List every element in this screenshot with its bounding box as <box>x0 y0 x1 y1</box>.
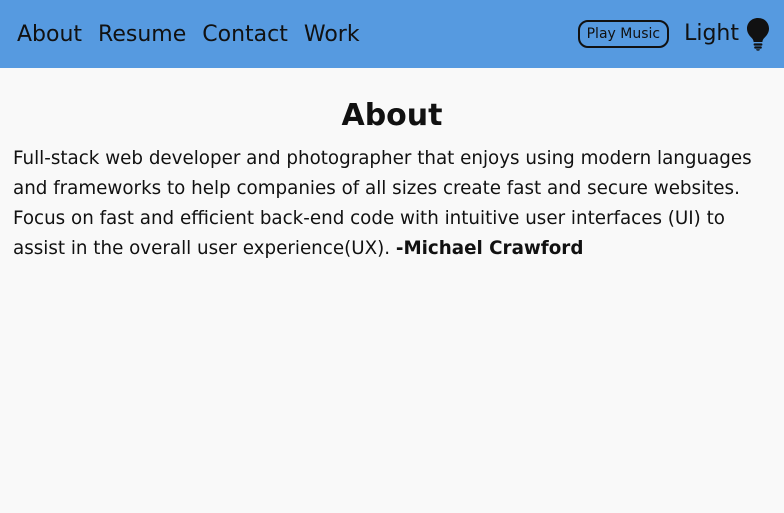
top-navbar: About Resume Contact Work Play Music Lig… <box>0 0 784 68</box>
nav-link-resume[interactable]: Resume <box>98 18 186 52</box>
author-signature: -Michael Crawford <box>395 238 584 259</box>
nav-right-controls: Play Music Light <box>577 16 770 52</box>
theme-toggle[interactable]: Light <box>684 17 770 51</box>
about-paragraph: Full-stack web developer and photographe… <box>13 144 771 264</box>
about-body: Full-stack web developer and photographe… <box>13 148 752 259</box>
nav-links: About Resume Contact Work <box>17 18 376 52</box>
lightbulb-icon[interactable] <box>746 17 770 51</box>
nav-link-about[interactable]: About <box>17 18 82 52</box>
page-title: About <box>341 98 443 133</box>
play-music-button[interactable]: Play Music <box>577 20 670 48</box>
nav-link-work[interactable]: Work <box>304 18 360 52</box>
nav-link-contact[interactable]: Contact <box>202 18 288 52</box>
theme-label: Light <box>684 21 739 46</box>
main-content: About Full-stack web developer and photo… <box>0 98 784 264</box>
